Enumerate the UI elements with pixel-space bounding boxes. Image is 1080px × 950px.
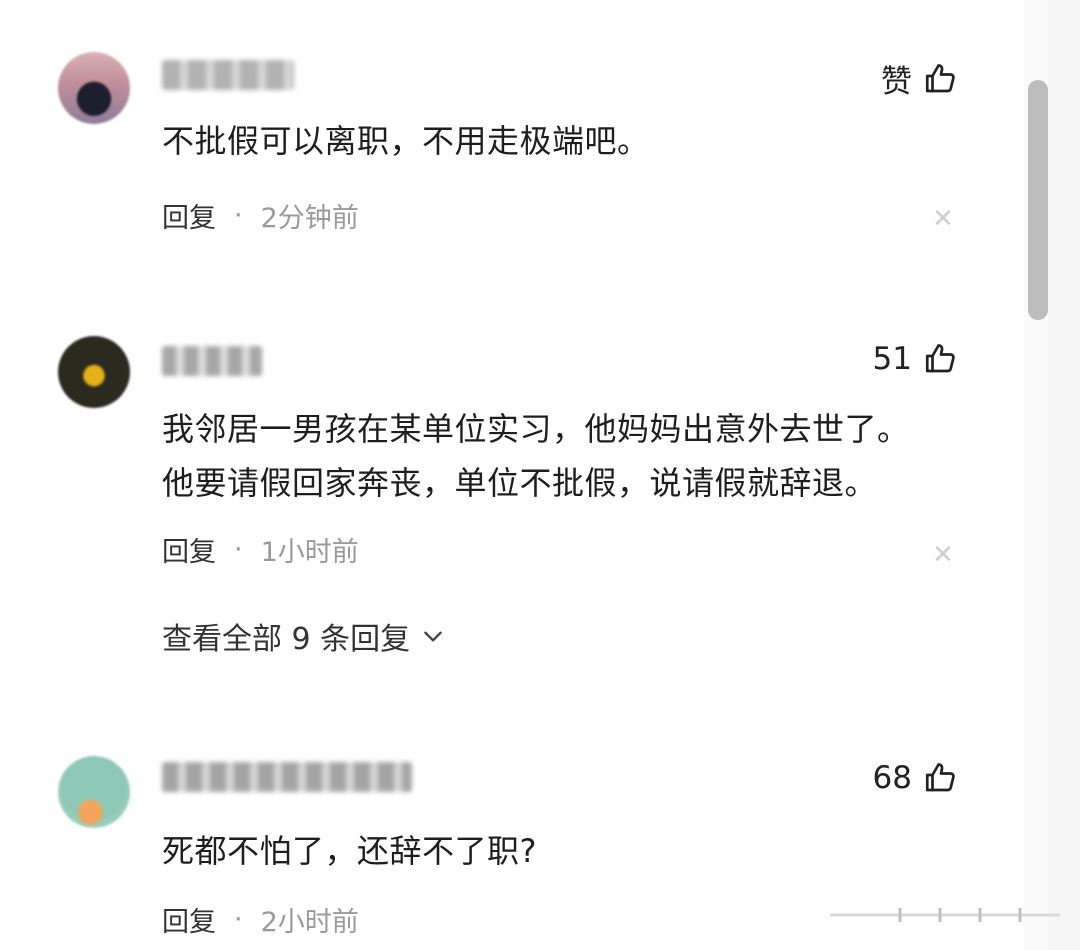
- view-all-replies-button[interactable]: 查看全部 9 条回复: [162, 614, 446, 658]
- avatar[interactable]: [58, 336, 130, 408]
- reply-button[interactable]: 回复: [162, 900, 216, 939]
- meta-separator: ·: [234, 200, 243, 231]
- comment-text-line: 我邻居一男孩在某单位实习，他妈妈出意外去世了。: [162, 410, 910, 448]
- comment-text: 死都不怕了，还辞不了职?: [162, 832, 537, 870]
- close-icon[interactable]: ✕: [930, 206, 956, 232]
- bottom-edge-artifact: [830, 908, 1060, 922]
- like-button[interactable]: 赞: [881, 56, 958, 101]
- thumbs-up-icon: [922, 760, 958, 796]
- window-edge: [1048, 0, 1080, 950]
- like-label: 赞: [881, 64, 912, 100]
- username-blurred[interactable]: [162, 762, 412, 792]
- thumbs-up-icon: [922, 341, 958, 377]
- comment-time: 1小时前: [260, 537, 359, 568]
- comment-time: 2分钟前: [260, 203, 359, 234]
- meta-separator: ·: [234, 534, 243, 565]
- comment-meta: 回复 · 2分钟前: [162, 196, 359, 235]
- reply-button[interactable]: 回复: [162, 196, 216, 235]
- view-all-replies-label: 查看全部 9 条回复: [162, 622, 411, 657]
- comment-text: 我邻居一男孩在某单位实习，他妈妈出意外去世了。 他要请假回家奔丧，单位不批假，说…: [162, 402, 910, 510]
- avatar[interactable]: [58, 756, 130, 828]
- comment-meta: 回复 · 1小时前: [162, 530, 359, 569]
- username-blurred[interactable]: [162, 346, 262, 376]
- thumbs-up-icon: [922, 61, 958, 97]
- meta-separator: ·: [234, 904, 243, 935]
- comment-text: 不批假可以离职，不用走极端吧。: [162, 122, 650, 160]
- comment-time: 2小时前: [260, 907, 359, 938]
- reply-button[interactable]: 回复: [162, 530, 216, 569]
- comments-page: 赞 不批假可以离职，不用走极端吧。 回复 · 2分钟前 ✕ 51 我邻居一男孩在…: [0, 0, 1080, 950]
- scrollbar-thumb[interactable]: [1028, 80, 1048, 320]
- close-icon[interactable]: ✕: [930, 542, 956, 568]
- comment-meta: 回复 · 2小时前: [162, 900, 359, 939]
- like-count: 68: [872, 760, 912, 796]
- avatar[interactable]: [58, 52, 130, 124]
- like-count: 51: [872, 341, 912, 377]
- comment-text-line: 他要请假回家奔丧，单位不批假，说请假就辞退。: [162, 464, 878, 502]
- username-blurred[interactable]: [162, 60, 294, 90]
- like-button[interactable]: 68: [873, 760, 958, 796]
- chevron-down-icon: [420, 623, 446, 649]
- like-button[interactable]: 51: [873, 341, 958, 377]
